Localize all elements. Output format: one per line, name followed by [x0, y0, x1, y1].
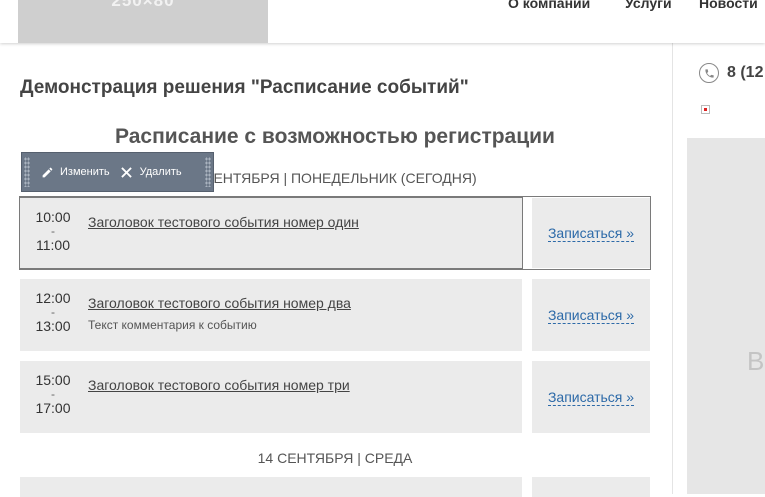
delete-button[interactable]: Удалить — [120, 165, 182, 179]
event-action-cell: Записаться » — [532, 198, 650, 268]
phone-number[interactable]: 8 (12 — [727, 64, 763, 82]
event-time: 15:00 - 17:00 — [32, 373, 74, 415]
banner-text: В — [747, 346, 765, 376]
page-title: Демонстрация решения "Расписание событий… — [20, 77, 469, 98]
broken-image-icon — [701, 105, 710, 114]
register-link[interactable]: Записаться » — [547, 389, 635, 406]
register-link[interactable]: Записаться » — [547, 307, 635, 324]
event-time: 10:00 - 11:00 — [32, 210, 74, 252]
nav-item-about[interactable]: О компании — [508, 0, 590, 11]
event-time: 12:00 - 13:00 — [32, 291, 74, 333]
event-card: 10:00 - 11:00 Заголовок тестового событи… — [19, 197, 523, 269]
event-title-link[interactable]: Заголовок тестового события номер один — [88, 214, 359, 230]
drag-handle-icon[interactable] — [24, 157, 30, 187]
nav-item-news[interactable]: Новости — [699, 0, 758, 11]
main-nav: О компании Услуги Новости — [0, 0, 765, 15]
event-time-dash: - — [51, 387, 55, 401]
event-card — [20, 477, 522, 497]
site-header: 250×80 О компании Услуги Новости — [0, 0, 765, 43]
event-time-dash: - — [51, 305, 55, 319]
event-action-cell: Записаться » — [532, 361, 650, 433]
event-start-time: 12:00 — [35, 290, 71, 306]
phone-contact: 8 (12 — [699, 63, 763, 83]
event-end-time: 11:00 — [36, 237, 70, 253]
event-card: 12:00 - 13:00 Заголовок тестового событи… — [20, 279, 522, 351]
event-action-cell: Записаться » — [532, 279, 650, 351]
event-title-link[interactable]: Заголовок тестового события номер два — [88, 295, 351, 311]
event-row: 12:00 - 13:00 Заголовок тестового событи… — [20, 279, 650, 351]
pencil-icon — [40, 165, 54, 179]
phone-icon — [699, 63, 719, 83]
event-row-partial — [20, 477, 650, 497]
schedule-title: Расписание с возможностью регистрации — [115, 125, 555, 148]
close-icon — [120, 165, 134, 179]
nav-item-services[interactable]: Услуги — [625, 0, 672, 11]
event-comment: Текст комментария к событию — [88, 318, 257, 332]
edit-toolbar: Изменить Удалить — [21, 152, 214, 192]
delete-button-label: Удалить — [139, 166, 182, 178]
event-end-time: 17:00 — [35, 400, 71, 416]
sidebar-banner[interactable]: В — [687, 138, 765, 494]
event-start-time: 10:00 — [35, 209, 71, 225]
day-header: 14 СЕНТЯБРЯ | СРЕДА — [257, 450, 413, 466]
event-card: 15:00 - 17:00 Заголовок тестового событи… — [20, 361, 522, 433]
register-link[interactable]: Записаться » — [547, 225, 635, 242]
right-sidebar: 8 (12 В — [672, 43, 765, 494]
event-start-time: 15:00 — [35, 372, 71, 388]
edit-button[interactable]: Изменить — [40, 165, 110, 179]
edit-button-label: Изменить — [60, 166, 110, 178]
event-row: 10:00 - 11:00 Заголовок тестового событи… — [19, 196, 651, 270]
event-end-time: 13:00 — [35, 318, 71, 334]
day-header: СЕНТЯБРЯ | ПОНЕДЕЛЬНИК (СЕГОДНЯ) — [203, 170, 477, 186]
event-time-dash: - — [51, 224, 55, 238]
event-action-cell — [532, 477, 650, 497]
event-row: 15:00 - 17:00 Заголовок тестового событи… — [20, 361, 650, 433]
drag-handle-icon[interactable] — [205, 157, 211, 187]
event-title-link[interactable]: Заголовок тестового события номер три — [88, 377, 350, 393]
